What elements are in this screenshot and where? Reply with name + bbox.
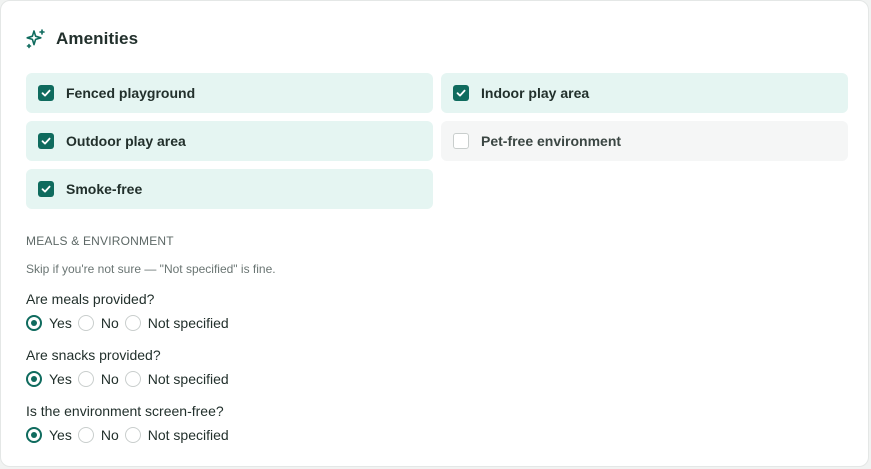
- radio-option-label: No: [100, 315, 119, 331]
- radio-unselected[interactable]: [124, 315, 141, 331]
- meals-section-heading: MEALS & ENVIRONMENT: [26, 234, 174, 248]
- radio-option[interactable]: No: [77, 315, 119, 331]
- radio-option-label: Yes: [49, 427, 72, 443]
- radio-unselected[interactable]: [77, 427, 94, 443]
- question-label: Are snacks provided?: [26, 347, 161, 363]
- radio-option[interactable]: Yes: [26, 315, 72, 331]
- radio-option-label: Yes: [49, 315, 72, 331]
- section-header: Amenities: [25, 27, 138, 51]
- amenity-label: Pet-free environment: [481, 133, 622, 149]
- radio-group: Yes No Not specified: [26, 313, 235, 333]
- section-title: Amenities: [56, 29, 139, 48]
- check-icon: [41, 137, 51, 145]
- amenity-label: Smoke-free: [66, 181, 143, 197]
- checkbox-unchecked[interactable]: [453, 133, 469, 149]
- sparkle-icon: [25, 28, 47, 50]
- amenity-label: Fenced playground: [66, 85, 196, 101]
- amenity-label: Outdoor play area: [66, 133, 186, 149]
- radio-option-label: No: [100, 427, 119, 443]
- question-label: Are meals provided?: [26, 291, 155, 307]
- radio-group: Yes No Not specified: [26, 425, 235, 445]
- radio-option[interactable]: Not specified: [124, 315, 229, 331]
- amenity-option[interactable]: Outdoor play area: [26, 121, 433, 161]
- radio-option-label: Not specified: [147, 315, 229, 331]
- amenities-grid: Fenced playground Indoor play area Outdoor…: [26, 73, 848, 209]
- radio-option[interactable]: Not specified: [124, 371, 229, 387]
- radio-option[interactable]: Yes: [26, 371, 72, 387]
- amenities-card: Amenities Fenced playground Indoor play a…: [0, 0, 869, 467]
- meals-hint: Skip if you're not sure — "Not specified…: [26, 262, 276, 276]
- check-icon: [456, 89, 466, 97]
- radio-unselected[interactable]: [124, 427, 141, 443]
- checkbox-checked[interactable]: [38, 133, 54, 149]
- radio-group: Yes No Not specified: [26, 369, 235, 389]
- checkbox-checked[interactable]: [453, 85, 469, 101]
- checkbox-checked[interactable]: [38, 181, 54, 197]
- radio-option-label: No: [100, 371, 119, 387]
- radio-option[interactable]: No: [77, 371, 119, 387]
- radio-unselected[interactable]: [77, 371, 94, 387]
- radio-selected[interactable]: [26, 315, 42, 331]
- check-icon: [41, 89, 51, 97]
- radio-selected[interactable]: [26, 371, 42, 387]
- radio-option[interactable]: No: [77, 427, 119, 443]
- amenity-option[interactable]: Fenced playground: [26, 73, 433, 113]
- amenity-option[interactable]: Indoor play area: [441, 73, 848, 113]
- radio-option-label: Not specified: [147, 371, 229, 387]
- amenity-label: Indoor play area: [481, 85, 590, 101]
- radio-option-label: Not specified: [147, 427, 229, 443]
- radio-option[interactable]: Yes: [26, 427, 72, 443]
- amenity-option[interactable]: Smoke-free: [26, 169, 433, 209]
- checkbox-checked[interactable]: [38, 85, 54, 101]
- amenity-option[interactable]: Pet-free environment: [441, 121, 848, 161]
- radio-selected[interactable]: [26, 427, 42, 443]
- radio-unselected[interactable]: [124, 371, 141, 387]
- radio-option[interactable]: Not specified: [124, 427, 229, 443]
- question-label: Is the environment screen-free?: [26, 403, 224, 419]
- radio-unselected[interactable]: [77, 315, 94, 331]
- radio-option-label: Yes: [49, 371, 72, 387]
- check-icon: [41, 185, 51, 193]
